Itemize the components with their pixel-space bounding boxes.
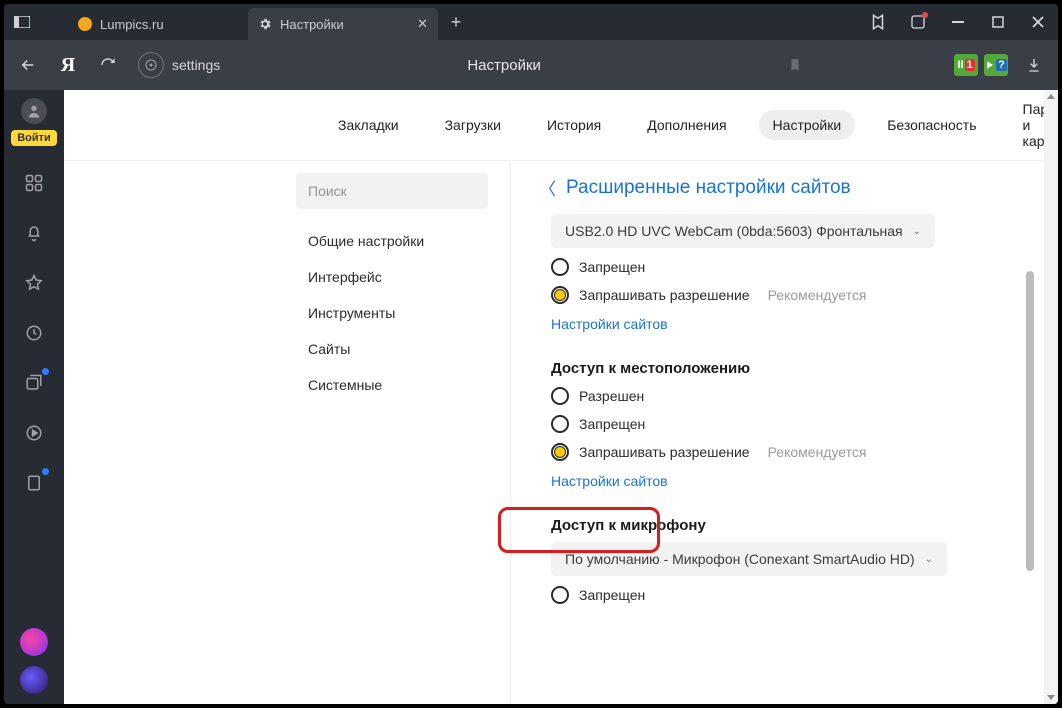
- settings-search-input[interactable]: Поиск: [296, 173, 488, 209]
- play-icon[interactable]: [21, 420, 47, 446]
- alice-icon-2[interactable]: [20, 666, 48, 694]
- close-tab-icon[interactable]: ✕: [417, 16, 428, 32]
- nav-item-sites[interactable]: Сайты: [296, 331, 500, 367]
- notifications-icon[interactable]: [898, 4, 938, 40]
- section-microphone-heading: Доступ к микрофону: [551, 517, 1028, 534]
- chevron-down-icon: ⌄: [925, 554, 933, 565]
- collections-icon[interactable]: [21, 370, 47, 396]
- tab-settings[interactable]: Настройки: [759, 110, 856, 140]
- page-title: Настройки: [228, 57, 780, 74]
- radio-icon[interactable]: [551, 387, 569, 405]
- bookmark-icon[interactable]: [788, 57, 802, 73]
- nav-item-interface[interactable]: Интерфейс: [296, 259, 500, 295]
- location-option-allowed[interactable]: Разрешен: [551, 387, 1028, 405]
- window-titlebar: Lumpics.ru Настройки ✕ +: [4, 4, 1058, 40]
- extension-badge-2[interactable]: ?: [984, 54, 1008, 76]
- tab-history[interactable]: История: [533, 110, 615, 140]
- page-scrollbar[interactable]: [1044, 90, 1058, 704]
- radio-label: Запрещен: [579, 416, 645, 432]
- radio-label: Запрещен: [579, 587, 645, 603]
- chevron-left-icon: 〈: [539, 175, 556, 200]
- gear-icon: [258, 17, 272, 31]
- star-icon[interactable]: [21, 270, 47, 296]
- settings-tabs: Закладки Загрузки История Дополнения Нас…: [64, 90, 1058, 160]
- radio-label: Запрашивать разрешение: [579, 444, 750, 460]
- downloads-button[interactable]: [1016, 47, 1052, 83]
- extension-badge-1[interactable]: II1: [954, 54, 978, 76]
- camera-select-dropdown[interactable]: USB2.0 HD UVC WebCam (0bda:5603) Фронтал…: [551, 214, 935, 248]
- dropdown-value: USB2.0 HD UVC WebCam (0bda:5603) Фронтал…: [565, 223, 903, 239]
- settings-content: Закладки Загрузки История Дополнения Нас…: [64, 90, 1058, 704]
- location-option-denied[interactable]: Запрещен: [551, 415, 1028, 433]
- radio-label: Разрешен: [579, 388, 644, 404]
- window-maximize-button[interactable]: [978, 4, 1018, 40]
- tab-addons[interactable]: Дополнения: [633, 110, 740, 140]
- camera-site-settings-link[interactable]: Настройки сайтов: [551, 316, 668, 332]
- alice-icon-1[interactable]: [20, 628, 48, 656]
- radio-icon[interactable]: [551, 586, 569, 604]
- back-to-advanced-link[interactable]: 〈 Расширенные настройки сайтов: [539, 175, 1028, 200]
- tab-label: Настройки: [280, 17, 344, 32]
- scrollbar-thumb[interactable]: [1026, 271, 1034, 571]
- radio-selected-icon[interactable]: [551, 286, 569, 304]
- camera-option-ask[interactable]: Запрашивать разрешение Рекомендуется: [551, 286, 1028, 304]
- microphone-option-denied[interactable]: Запрещен: [551, 586, 1028, 604]
- inner-scrollbar[interactable]: [1026, 271, 1034, 571]
- new-dot-icon: [42, 368, 49, 375]
- services-icon[interactable]: [21, 170, 47, 196]
- radio-selected-icon[interactable]: [551, 443, 569, 461]
- back-button[interactable]: [10, 47, 46, 83]
- scroll-arrow-down-icon[interactable]: [1046, 692, 1056, 702]
- browser-tab-settings[interactable]: Настройки ✕: [248, 8, 438, 40]
- new-tab-button[interactable]: +: [438, 4, 474, 40]
- camera-option-denied[interactable]: Запрещен: [551, 258, 1028, 276]
- dropdown-value: По умолчанию - Микрофон (Conexant SmartA…: [565, 551, 915, 567]
- nav-item-general[interactable]: Общие настройки: [296, 223, 500, 259]
- browser-tab-lumpics[interactable]: Lumpics.ru: [68, 8, 248, 40]
- radio-label: Запрашивать разрешение: [579, 287, 750, 303]
- location-site-settings-link[interactable]: Настройки сайтов: [551, 473, 668, 489]
- nav-item-tools[interactable]: Инструменты: [296, 295, 500, 331]
- url-text: settings: [172, 57, 220, 73]
- settings-leftnav: Поиск Общие настройки Интерфейс Инструме…: [290, 161, 500, 704]
- radio-label: Запрещен: [579, 259, 645, 275]
- address-bar[interactable]: settings Настройки: [130, 47, 810, 83]
- radio-icon[interactable]: [551, 415, 569, 433]
- tab-security[interactable]: Безопасность: [873, 110, 990, 140]
- favicon-icon: [78, 17, 92, 31]
- reload-button[interactable]: [90, 47, 126, 83]
- bell-icon[interactable]: [21, 220, 47, 246]
- window-close-button[interactable]: [1018, 4, 1058, 40]
- chevron-down-icon: ⌄: [913, 226, 921, 237]
- location-option-ask[interactable]: Запрашивать разрешение Рекомендуется: [551, 443, 1028, 461]
- new-dot-icon: [42, 468, 49, 475]
- site-info-icon[interactable]: [138, 52, 164, 78]
- notification-dot-icon: [922, 12, 928, 18]
- tab-downloads[interactable]: Загрузки: [431, 110, 515, 140]
- avatar-icon[interactable]: [21, 98, 47, 124]
- window-minimize-button[interactable]: [938, 4, 978, 40]
- browser-toolbar: Я settings Настройки II1 ?: [4, 40, 1058, 90]
- tab-bookmarks[interactable]: Закладки: [324, 110, 413, 140]
- reader-mode-icon[interactable]: [858, 4, 898, 40]
- note-icon[interactable]: [21, 470, 47, 496]
- side-rail: Войти: [4, 90, 64, 704]
- recommended-label: Рекомендуется: [768, 287, 867, 303]
- nav-item-system[interactable]: Системные: [296, 367, 500, 403]
- microphone-select-dropdown[interactable]: По умолчанию - Микрофон (Conexant SmartA…: [551, 542, 947, 576]
- back-label: Расширенные настройки сайтов: [566, 177, 851, 199]
- settings-main-panel: 〈 Расширенные настройки сайтов USB2.0 HD…: [511, 161, 1058, 704]
- radio-icon[interactable]: [551, 258, 569, 276]
- search-placeholder: Поиск: [308, 183, 347, 199]
- scroll-arrow-up-icon[interactable]: [1046, 92, 1056, 102]
- yandex-home-button[interactable]: Я: [50, 47, 86, 83]
- login-badge[interactable]: Войти: [11, 130, 57, 146]
- tab-label: Lumpics.ru: [100, 17, 164, 32]
- sidebar-toggle-icon[interactable]: [4, 4, 40, 40]
- section-location-heading: Доступ к местоположению: [551, 360, 1028, 377]
- history-icon[interactable]: [21, 320, 47, 346]
- recommended-label: Рекомендуется: [768, 444, 867, 460]
